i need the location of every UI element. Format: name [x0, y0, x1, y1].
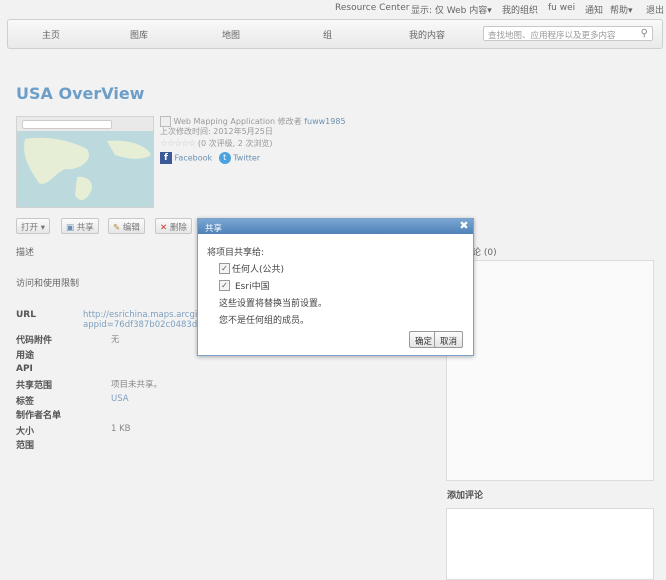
api-label: API — [16, 364, 33, 374]
replace-settings-note: 这些设置将替换当前设置。 — [219, 299, 328, 309]
notifications-link[interactable]: 通知 — [585, 3, 603, 16]
map-thumbnail-image — [17, 131, 153, 207]
page-title: USA OverView — [16, 84, 145, 103]
share-dialog: 共享 ✖ 将项目共享给: ✓ 任何人(公共) ✓ Esri中国 这些设置将替换当… — [197, 218, 474, 356]
tags-label: 标签 — [16, 397, 35, 407]
share-scope-value: 项目未共享。 — [111, 380, 163, 390]
description-heading: 描述 — [16, 248, 35, 258]
rating-row: ☆☆☆☆☆ (0 次评级, 2 次浏览) — [160, 138, 272, 149]
share-scope-label: 共享范围 — [16, 381, 53, 391]
url-label: URL — [16, 310, 36, 320]
size-label: 大小 — [16, 427, 35, 437]
open-button[interactable]: 打开 ▾ — [16, 218, 50, 234]
twitter-link[interactable]: Twitter — [233, 154, 260, 163]
nav-gallery[interactable]: 图库 — [130, 28, 148, 41]
comment-textarea[interactable] — [446, 508, 654, 580]
twitter-icon[interactable]: t — [218, 152, 231, 164]
credits-label: 制作者名单 — [16, 411, 62, 421]
access-heading: 访问和使用限制 — [16, 279, 80, 289]
help-menu[interactable]: 帮助▾ — [610, 3, 633, 16]
close-icon[interactable]: ✖ — [458, 220, 470, 232]
use-label: 用途 — [16, 351, 35, 361]
edit-label: 编辑 — [122, 223, 140, 233]
delete-button[interactable]: ✕ 删除 — [155, 218, 192, 234]
owner-link[interactable]: fuww1985 — [304, 117, 345, 126]
code-attachment-label: 代码附件 — [16, 336, 53, 346]
dialog-title-bar: 共享 — [198, 219, 473, 234]
extent-label: 范围 — [16, 441, 35, 451]
facebook-icon[interactable]: f — [160, 152, 172, 164]
social-links: f Facebook t Twitter — [160, 152, 260, 164]
nav-map[interactable]: 地图 — [222, 28, 240, 41]
search-input[interactable]: 查找地图、应用程序以及更多内容 ⚲ — [483, 26, 653, 41]
share-label: 共享 — [76, 223, 94, 233]
modified-date: 上次修改时间: 2012年5月25日 — [160, 127, 273, 136]
my-org-link[interactable]: 我的组织 — [502, 3, 538, 16]
nav-my-content[interactable]: 我的内容 — [409, 28, 445, 41]
item-type-text: Web Mapping Application 修改者 — [173, 117, 302, 126]
search-placeholder: 查找地图、应用程序以及更多内容 — [488, 31, 616, 41]
code-attachment-value: 无 — [111, 335, 120, 345]
cancel-button[interactable]: 取消 — [434, 331, 464, 348]
nav-groups[interactable]: 组 — [323, 28, 332, 41]
facebook-link[interactable]: Facebook — [175, 154, 213, 163]
resource-center-link[interactable]: Resource Center — [335, 3, 409, 13]
url-value-line2[interactable]: appid=76df387b02c0483d9 — [83, 320, 203, 330]
nav-home[interactable]: 主页 — [42, 28, 60, 41]
tag-usa-link[interactable]: USA — [111, 394, 129, 404]
top-bar: Resource Center 显示: 仅 Web 内容▾ 我的组织 fu we… — [0, 0, 666, 18]
pencil-icon: ✎ — [113, 223, 121, 233]
delete-icon: ✕ — [160, 223, 168, 233]
size-value: 1 KB — [111, 424, 131, 434]
main-nav: 主页 图库 地图 组 我的内容 查找地图、应用程序以及更多内容 ⚲ — [7, 19, 663, 49]
everyone-label: 任何人(公共) — [232, 265, 285, 275]
no-group-note: 您不是任何组的成员。 — [219, 316, 310, 326]
display-filter-dropdown[interactable]: 显示: 仅 Web 内容▾ — [411, 3, 492, 16]
share-icon: ▣ — [66, 223, 75, 233]
comments-panel — [446, 260, 654, 481]
comments-heading: 论 (0) — [472, 248, 497, 258]
rating-stars-icon[interactable]: ☆☆☆☆☆ — [160, 139, 196, 149]
org-label: Esri中国 — [235, 282, 270, 292]
logout-link[interactable]: 退出 — [646, 3, 664, 16]
share-prompt: 将项目共享给: — [207, 248, 265, 258]
edit-button[interactable]: ✎ 编辑 — [108, 218, 145, 234]
user-menu[interactable]: fu wei — [548, 3, 575, 13]
dialog-title: 共享 — [205, 224, 223, 234]
delete-label: 删除 — [169, 223, 187, 233]
item-thumbnail — [16, 116, 154, 208]
share-button[interactable]: ▣ 共享 — [61, 218, 99, 234]
rating-text: (0 次评级, 2 次浏览) — [197, 139, 273, 148]
org-checkbox[interactable]: ✓ — [219, 280, 230, 291]
everyone-checkbox[interactable]: ✓ — [219, 263, 230, 274]
search-icon[interactable]: ⚲ — [641, 28, 648, 39]
url-value-line1[interactable]: http://esrichina.maps.arcgis — [83, 310, 202, 320]
add-comment-label: 添加评论 — [447, 491, 484, 501]
